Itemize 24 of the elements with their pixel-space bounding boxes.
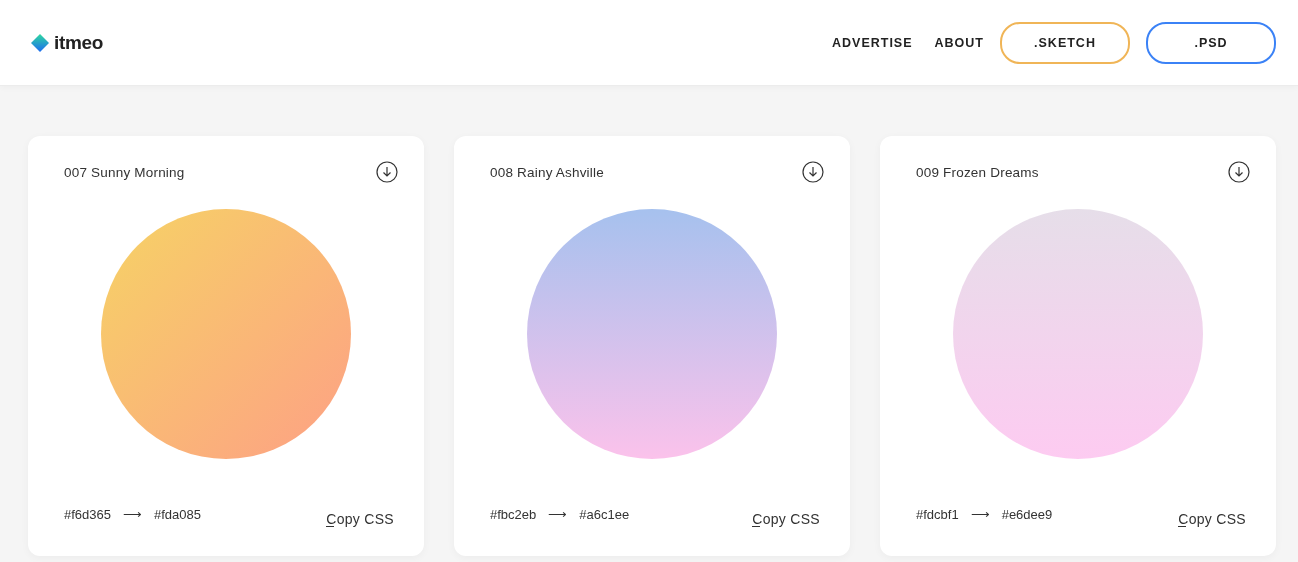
download-icon[interactable]	[1228, 161, 1250, 183]
copy-css-link[interactable]: Copy CSS	[1178, 511, 1246, 527]
download-button[interactable]: .SKETCH	[1000, 21, 1130, 64]
logo-icon	[30, 32, 50, 53]
download-icon[interactable]	[376, 161, 398, 183]
gradient-title: 008 Rainy Ashville	[490, 164, 604, 180]
hex-code: #e6dee9	[1001, 507, 1053, 522]
nav-link[interactable]: ABOUT	[934, 35, 984, 50]
nav-link[interactable]: ADVERTISE	[832, 35, 913, 50]
arrow-glyph: ⟶	[123, 507, 142, 522]
download-icon[interactable]	[802, 161, 824, 183]
hex-code: #fdcbf1	[916, 507, 959, 522]
copy-css-link[interactable]: Copy CSS	[326, 511, 394, 527]
hex-code: #fda085	[154, 507, 201, 522]
hex-code: #fbc2eb	[490, 507, 537, 522]
arrow-glyph: ⟶	[548, 507, 568, 522]
gradient-title: 009 Frozen Dreams	[916, 164, 1039, 180]
hex-code: #f6d365	[64, 507, 111, 522]
logo-text[interactable]: itmeo	[54, 31, 104, 54]
gradient-title: 007 Sunny Morning	[64, 164, 185, 180]
copy-css-link[interactable]: Copy CSS	[752, 511, 820, 527]
download-button[interactable]: .PSD	[1146, 21, 1276, 64]
hex-code: #a6c1ee	[579, 507, 630, 522]
arrow-glyph: ⟶	[970, 507, 990, 522]
